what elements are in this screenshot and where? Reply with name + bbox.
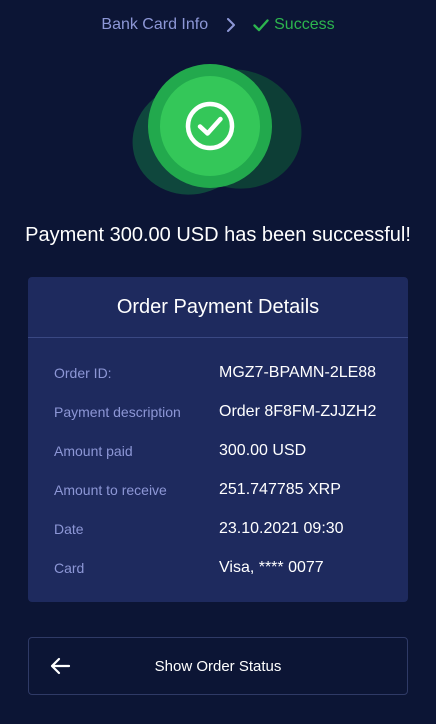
show-order-status-button[interactable]: Show Order Status	[28, 637, 408, 695]
chevron-right-icon	[218, 18, 244, 32]
detail-row-amount-paid: Amount paid 300.00 USD	[28, 431, 408, 470]
show-order-status-label: Show Order Status	[154, 657, 282, 675]
detail-row-amount-to-receive: Amount to receive 251.747785 XRP	[28, 470, 408, 509]
payment-success-message: Payment 300.00 USD has been successful!	[25, 224, 411, 246]
order-payment-details-card: Order Payment Details Order ID: MGZ7-BPA…	[28, 277, 408, 602]
breadcrumb-success: Success	[252, 15, 335, 35]
detail-value: 23.10.2021 09:30	[219, 519, 344, 537]
detail-value: Order 8F8FM-ZJJZH2	[219, 402, 377, 420]
detail-value: 300.00 USD	[219, 441, 307, 459]
detail-value: MGZ7-BPAMN-2LE88	[219, 363, 377, 381]
detail-value: 251.747785 XRP	[219, 480, 341, 498]
detail-row-order-id: Order ID: MGZ7-BPAMN-2LE88	[28, 353, 408, 392]
detail-value: Visa, **** 0077	[219, 558, 324, 576]
breadcrumb-bank-card-info[interactable]: Bank Card Info	[101, 15, 208, 35]
detail-label: Amount to receive	[54, 481, 167, 498]
detail-label: Order ID:	[54, 364, 112, 381]
detail-row-payment-description: Payment description Order 8F8FM-ZJJZH2	[28, 392, 408, 431]
breadcrumb-success-label: Success	[274, 16, 335, 33]
card-title: Order Payment Details	[28, 277, 408, 338]
detail-label: Amount paid	[54, 442, 133, 459]
check-circle-icon	[185, 101, 235, 151]
details-list: Order ID: MGZ7-BPAMN-2LE88 Payment descr…	[28, 338, 408, 587]
detail-label: Date	[54, 520, 84, 537]
check-icon	[253, 19, 269, 32]
detail-label: Payment description	[54, 403, 181, 420]
arrow-left-icon	[50, 657, 71, 675]
breadcrumb: Bank Card Info Success	[0, 15, 436, 35]
success-illustration	[116, 52, 318, 212]
detail-row-date: Date 23.10.2021 09:30	[28, 509, 408, 548]
detail-label: Card	[54, 559, 85, 576]
detail-row-card: Card Visa, **** 0077	[28, 548, 408, 587]
